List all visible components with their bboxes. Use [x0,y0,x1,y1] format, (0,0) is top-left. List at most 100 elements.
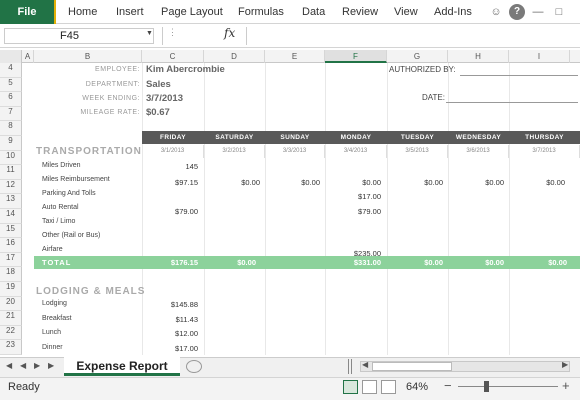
day-date[interactable]: 3/2/2013 [204,145,265,158]
cell-value[interactable]: $79.00 [325,207,381,216]
row-header[interactable]: 23 [0,340,22,355]
row-header[interactable]: 7 [0,106,22,122]
minimize-ribbon-icon[interactable]: — [530,4,546,20]
cell-value[interactable]: $0.00 [509,178,565,187]
tab-view[interactable]: View [394,0,418,24]
column-header-i[interactable]: I [509,50,570,63]
authorized-by-line[interactable] [460,75,578,76]
week-ending-value[interactable]: 3/7/2013 [146,93,183,104]
zoom-level[interactable]: 64% [406,381,428,393]
cell-value[interactable]: $0.00 [387,178,443,187]
scroll-prev-sheet-icon[interactable]: ◀ [20,361,26,370]
restore-icon[interactable]: □ [551,4,567,20]
row-header[interactable]: 14 [0,209,22,224]
tab-formulas[interactable]: Formulas [238,0,284,24]
total-value[interactable]: $0.00 [204,256,256,269]
column-header-h[interactable]: H [448,50,509,63]
tab-insert[interactable]: Insert [116,0,144,24]
day-date[interactable]: 3/6/2013 [448,145,509,158]
column-header-f[interactable]: F [325,50,387,63]
cell-value[interactable]: $12.00 [142,329,198,338]
cell-value[interactable]: $0.00 [265,178,320,187]
row-header[interactable]: 9 [0,136,22,151]
mileage-rate-value[interactable]: $0.67 [146,107,170,118]
row-header[interactable]: 22 [0,325,22,341]
column-header-b[interactable]: B [34,50,142,63]
scroll-first-sheet-icon[interactable]: ◀ [6,361,12,370]
row-header[interactable]: 18 [0,267,22,282]
row-header[interactable]: 13 [0,194,22,209]
row-header[interactable]: 20 [0,296,22,312]
sheet-tab-expense-report[interactable]: Expense Report [64,357,180,376]
zoom-slider[interactable] [458,386,558,387]
row-header[interactable]: 10 [0,150,22,166]
cell-value[interactable]: $0.00 [204,178,260,187]
smiley-icon[interactable]: ☺ [488,4,504,20]
row-header[interactable]: 11 [0,165,22,180]
help-icon[interactable]: ? [509,4,525,20]
name-box[interactable]: F45 [4,28,154,44]
tab-add-ins[interactable]: Add-Ins [434,0,472,24]
row-header[interactable]: 12 [0,179,22,195]
total-value[interactable]: $0.00 [448,256,504,269]
tab-data[interactable]: Data [302,0,325,24]
row-header[interactable]: 15 [0,223,22,239]
cell-value[interactable]: $0.00 [448,178,504,187]
zoom-in-button[interactable]: + [562,378,570,393]
cell-value[interactable]: $17.00 [325,192,381,201]
cell-value[interactable]: $11.43 [142,315,198,324]
tab-home[interactable]: Home [68,0,97,24]
department-value[interactable]: Sales [146,79,171,90]
scroll-last-sheet-icon[interactable]: ▶ [48,361,54,370]
page-break-view-button[interactable] [381,380,396,394]
date-line[interactable] [446,102,578,103]
day-date[interactable]: 3/4/2013 [325,145,387,158]
horizontal-scroll-thumb[interactable] [372,362,452,371]
scroll-left-icon[interactable]: ◀ [362,360,368,369]
total-value[interactable]: $176.15 [142,256,198,269]
row-header[interactable]: 16 [0,238,22,253]
column-header-a[interactable]: A [22,50,34,63]
total-value[interactable]: $0.00 [387,256,443,269]
row-header[interactable]: 6 [0,92,22,107]
tab-split-handle[interactable] [348,359,352,374]
new-sheet-icon[interactable] [186,360,202,373]
scroll-next-sheet-icon[interactable]: ▶ [34,361,40,370]
select-all-corner[interactable] [0,50,22,63]
column-header-d[interactable]: D [204,50,265,63]
column-header-e[interactable]: E [265,50,325,63]
tab-review[interactable]: Review [342,0,378,24]
row-header[interactable]: 8 [0,121,22,136]
row-header[interactable]: 21 [0,311,22,326]
cell-value[interactable]: $79.00 [142,207,198,216]
insert-function-icon[interactable]: fx [224,26,235,40]
name-box-dropdown-icon[interactable]: ▼ [146,30,153,37]
day-date[interactable]: 3/5/2013 [387,145,448,158]
total-value[interactable]: $331.00 [325,256,381,269]
cell-value[interactable]: 145 [142,162,198,171]
day-date[interactable]: 3/1/2013 [142,145,204,158]
zoom-out-button[interactable]: − [444,378,452,393]
row-header[interactable]: 19 [0,282,22,297]
column-header-c[interactable]: C [142,50,204,63]
file-tab[interactable]: File [0,0,56,24]
day-date[interactable]: 3/7/2013 [509,145,580,158]
cell-value[interactable]: $145.88 [142,300,198,309]
column-header-g[interactable]: G [387,50,448,63]
employee-value[interactable]: Kim Abercrombie [146,64,225,75]
cell-value[interactable]: $17.00 [142,344,198,353]
normal-view-button[interactable] [343,380,358,394]
row-header[interactable]: 17 [0,252,22,268]
row-header[interactable]: 5 [0,77,22,93]
cell-value[interactable]: $0.00 [325,178,381,187]
formula-options-icon[interactable]: ⋮ [168,27,177,38]
total-value[interactable]: $0.00 [509,256,567,269]
day-date[interactable]: 3/3/2013 [265,145,325,158]
formula-input[interactable] [246,27,576,45]
scroll-right-icon[interactable]: ▶ [562,360,568,369]
page-layout-view-button[interactable] [362,380,377,394]
row-header[interactable]: 4 [0,63,22,78]
cell-value[interactable]: $97.15 [142,178,198,187]
tab-page-layout[interactable]: Page Layout [161,0,223,24]
zoom-slider-thumb[interactable] [484,381,489,392]
